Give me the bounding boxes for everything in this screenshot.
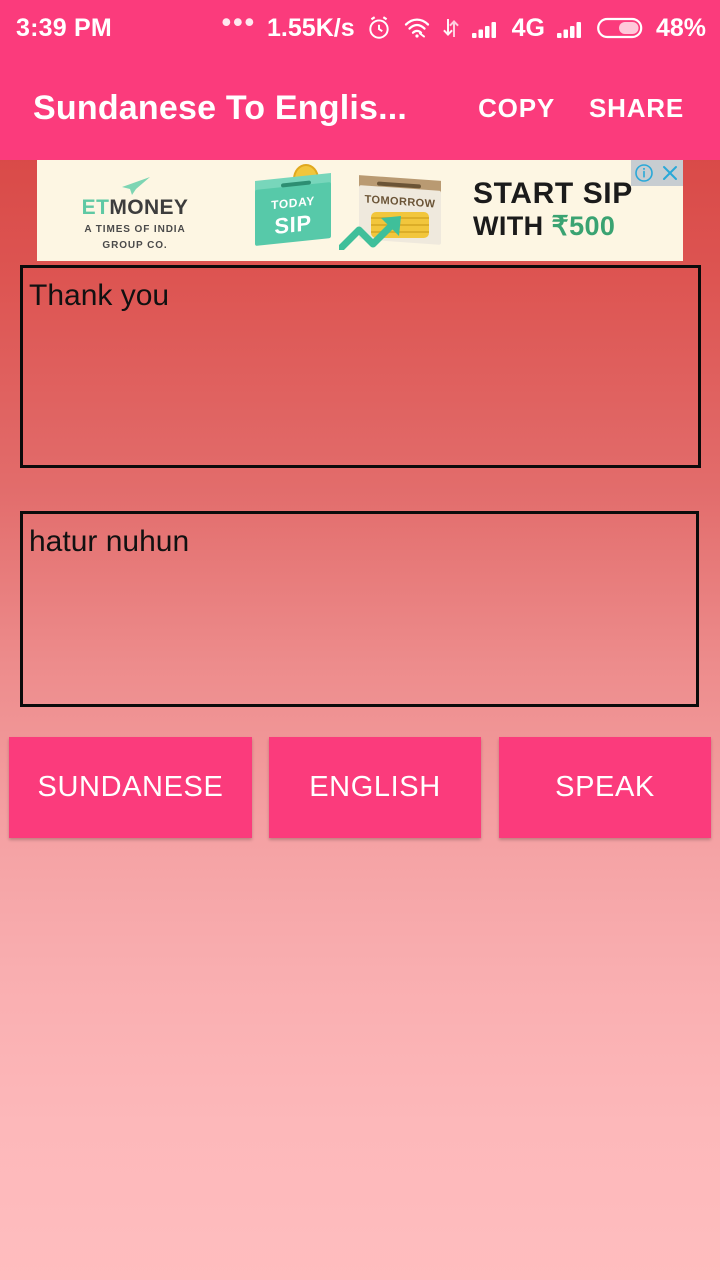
ad-brand-name: ETMONEY <box>37 196 233 220</box>
ad-controls <box>631 160 683 186</box>
translated-text-output[interactable] <box>20 511 699 707</box>
ad-brand-subline2: GROUP CO. <box>102 239 168 251</box>
ad-close-icon[interactable] <box>657 160 683 186</box>
battery-percent-label: 48% <box>655 13 706 42</box>
ad-brand-subline1: A TIMES OF INDIA <box>84 223 186 235</box>
wifi-icon <box>403 16 431 40</box>
signal-bars-sim2-icon <box>556 16 586 40</box>
paper-plane-icon <box>37 176 233 196</box>
page-title: Sundanese To Englis... <box>33 88 408 127</box>
data-transfer-icon <box>442 16 460 40</box>
speak-button[interactable]: SPEAK <box>499 737 711 838</box>
app-bar-actions: COPY SHARE <box>478 93 700 124</box>
status-icons-group: ••• 1.55K/s 4G 48% <box>221 7 706 43</box>
signal-bars-sim1-icon <box>471 16 501 40</box>
source-language-button[interactable]: SUNDANESE <box>9 737 252 838</box>
network-type-label: 4G <box>511 13 545 42</box>
ad-brand-money: MONEY <box>109 195 189 219</box>
overflow-dots-icon: ••• <box>221 7 257 37</box>
ad-brand-et: ET <box>81 195 110 219</box>
status-time: 3:39 PM <box>16 13 112 42</box>
ad-banner[interactable]: ETMONEY A TIMES OF INDIA GROUP CO. TODAY… <box>37 160 683 261</box>
action-button-row: SUNDANESE ENGLISH SPEAK <box>0 737 720 840</box>
copy-button[interactable]: COPY <box>478 93 555 124</box>
battery-icon <box>597 15 643 41</box>
network-speed-label: 1.55K/s <box>267 13 355 42</box>
app-bar: Sundanese To Englis... COPY SHARE <box>0 56 720 160</box>
ad-info-icon[interactable] <box>631 160 657 186</box>
ad-brand-logo: ETMONEY A TIMES OF INDIA GROUP CO. <box>37 170 233 252</box>
ad-copy: START SIP WITH ₹500 <box>463 177 683 244</box>
ad-illustration: TODAY SIP TOMORROW <box>233 160 463 261</box>
growth-arrow-icon <box>339 216 401 250</box>
ad-content: ETMONEY A TIMES OF INDIA GROUP CO. TODAY… <box>37 160 683 261</box>
status-bar: 3:39 PM ••• 1.55K/s 4G 48% <box>0 0 720 56</box>
alarm-clock-icon <box>366 15 392 41</box>
ad-subline: WITH ₹500 <box>473 210 683 242</box>
share-button[interactable]: SHARE <box>589 93 684 124</box>
source-text-input[interactable] <box>20 265 701 468</box>
ad-subline-amount: ₹500 <box>551 211 616 241</box>
ad-subline-prefix: WITH <box>473 211 552 241</box>
target-language-button[interactable]: ENGLISH <box>269 737 481 838</box>
